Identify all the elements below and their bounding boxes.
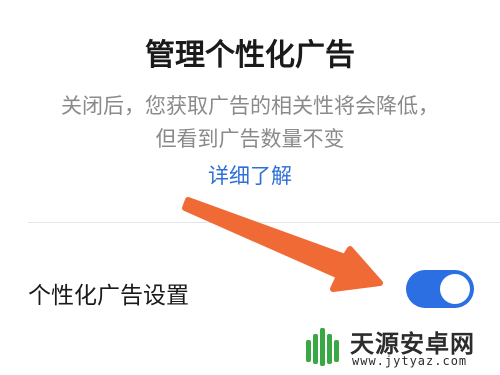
divider — [28, 222, 500, 223]
personalized-ads-page: 管理个性化广告 关闭后，您获取广告的相关性将会降低，但看到广告数量不变 详细了解… — [0, 0, 500, 375]
learn-more-link[interactable]: 详细了解 — [0, 160, 500, 190]
toggle-knob — [440, 274, 470, 304]
site-watermark: 天源安卓网 www.jytyaz.com — [300, 324, 495, 372]
page-title: 管理个性化广告 — [145, 38, 355, 73]
android-logo-icon — [306, 328, 339, 366]
personalized-ads-toggle[interactable] — [406, 270, 474, 308]
setting-label: 个性化广告设置 — [28, 283, 189, 309]
personalized-ads-setting-row: 个性化广告设置 — [0, 262, 500, 318]
description-text: 关闭后，您获取广告的相关性将会降低，但看到广告数量不变 — [61, 94, 439, 151]
watermark-url: www.jytyaz.com — [352, 354, 468, 368]
